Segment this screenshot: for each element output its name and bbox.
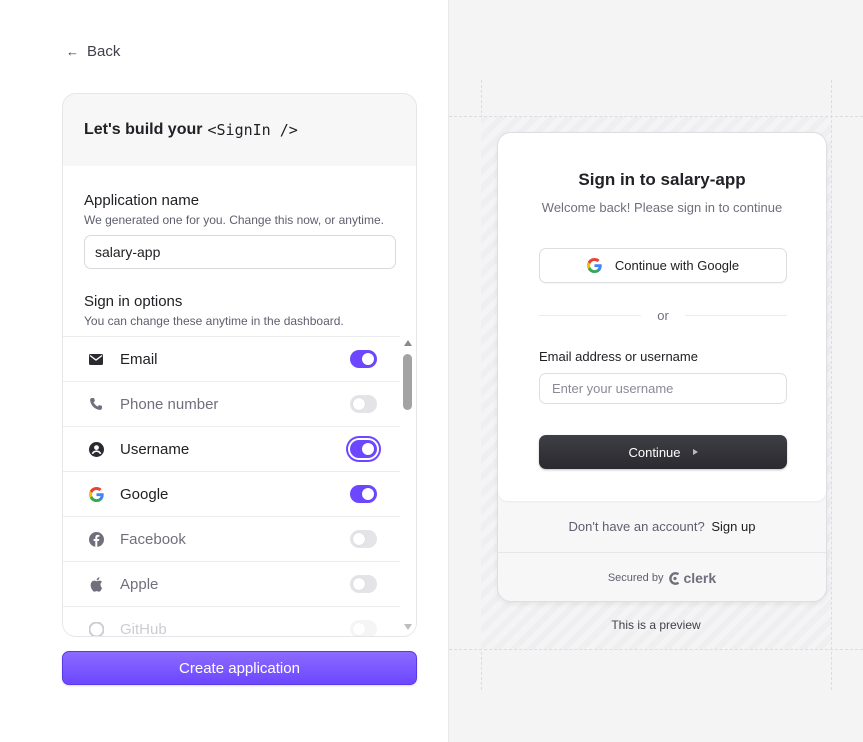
phone-toggle[interactable] <box>350 395 377 413</box>
option-label: Email <box>120 350 158 368</box>
builder-title-code: <SignIn /> <box>207 121 298 139</box>
facebook-icon <box>88 531 104 547</box>
no-account-text: Don't have an account? <box>568 519 705 534</box>
preview-panel: Sign in to salary-app Welcome back! Plea… <box>449 0 863 742</box>
app-name-input[interactable]: salary-app <box>84 235 396 269</box>
github-icon <box>88 621 104 636</box>
continue-with-google-button[interactable]: Continue with Google <box>539 248 787 283</box>
preview-note: This is a preview <box>611 618 701 632</box>
sign-in-main: Sign in to salary-app Welcome back! Plea… <box>498 133 826 501</box>
option-phone[interactable]: Phone number <box>63 382 400 427</box>
or-divider: or <box>539 308 787 323</box>
clerk-logo: clerk <box>669 570 716 586</box>
sign-in-title: Sign in to salary-app <box>578 170 746 189</box>
builder-title-prefix: Let's build your <box>84 121 203 138</box>
option-label: Google <box>120 485 169 503</box>
back-link[interactable]: ← Back <box>66 43 120 60</box>
secured-by-text: Secured by <box>607 572 664 584</box>
secured-by: Secured by clerk <box>498 570 826 586</box>
google-button-label: Continue with Google <box>614 258 740 273</box>
apple-toggle[interactable] <box>350 575 377 593</box>
email-label: Email address or username <box>539 349 698 364</box>
sign-in-subtitle: Welcome back! Please sign in to continue <box>541 200 783 215</box>
option-google[interactable]: Google <box>63 472 400 517</box>
sign-in-card: Sign in to salary-app Welcome back! Plea… <box>497 132 827 602</box>
options-scrollbar[interactable] <box>400 336 416 636</box>
back-label: Back <box>87 43 121 60</box>
option-username[interactable]: Username <box>63 427 400 472</box>
sign-up-link[interactable]: Sign up <box>711 519 755 534</box>
username-toggle[interactable] <box>350 440 377 458</box>
option-label: GitHub <box>120 620 167 637</box>
app-name-title: Application name <box>84 192 200 209</box>
option-label: Phone number <box>120 395 219 413</box>
builder-card: Let's build your <SignIn /> Application … <box>62 93 417 637</box>
option-label: Username <box>120 440 190 458</box>
scroll-up-icon[interactable] <box>404 340 412 346</box>
option-label: Apple <box>120 575 159 593</box>
guide-line <box>449 649 863 650</box>
sign-in-options-section: Sign in options You can change these any… <box>84 293 344 328</box>
continue-button[interactable]: Continue <box>539 435 787 469</box>
scroll-down-icon[interactable] <box>404 624 412 630</box>
clerk-logo-icon <box>669 571 680 585</box>
user-circle-icon <box>88 441 104 457</box>
option-label: Facebook <box>120 530 186 548</box>
guide-line <box>831 80 832 690</box>
email-toggle[interactable] <box>350 350 377 368</box>
create-application-button[interactable]: Create application <box>62 651 417 685</box>
option-apple[interactable]: Apple <box>63 562 400 607</box>
scroll-thumb[interactable] <box>403 354 412 410</box>
sign-up-row: Don't have an account? Sign up <box>498 519 826 534</box>
builder-form: Application name We generated one for yo… <box>63 166 416 636</box>
arrow-left-icon: ← <box>66 44 79 59</box>
phone-icon <box>88 396 104 412</box>
facebook-toggle[interactable] <box>350 530 377 548</box>
continue-label: Continue <box>628 444 681 460</box>
apple-icon <box>88 576 104 592</box>
option-email[interactable]: Email <box>63 337 400 382</box>
option-facebook[interactable]: Facebook <box>63 517 400 562</box>
divider <box>498 552 826 553</box>
google-toggle[interactable] <box>350 485 377 503</box>
sign-in-options-title: Sign in options <box>84 293 183 310</box>
app-name-section: Application name We generated one for yo… <box>84 192 384 227</box>
sign-in-options-subtitle: You can change these anytime in the dash… <box>84 314 344 328</box>
app-name-subtitle: We generated one for you. Change this no… <box>84 213 384 227</box>
builder-panel: ← Back Let's build your <SignIn /> Appli… <box>0 0 449 742</box>
builder-title: Let's build your <SignIn /> <box>63 94 416 166</box>
sign-in-options-list: Email Phone number Username Google Faceb… <box>63 336 400 636</box>
option-github[interactable]: GitHub <box>63 607 400 636</box>
email-input[interactable]: Enter your username <box>539 373 787 404</box>
google-icon <box>88 486 104 502</box>
github-toggle[interactable] <box>350 620 377 636</box>
google-icon <box>586 258 602 273</box>
caret-right-icon <box>692 449 698 455</box>
mail-icon <box>88 351 104 367</box>
clerk-wordmark: clerk <box>683 570 717 586</box>
